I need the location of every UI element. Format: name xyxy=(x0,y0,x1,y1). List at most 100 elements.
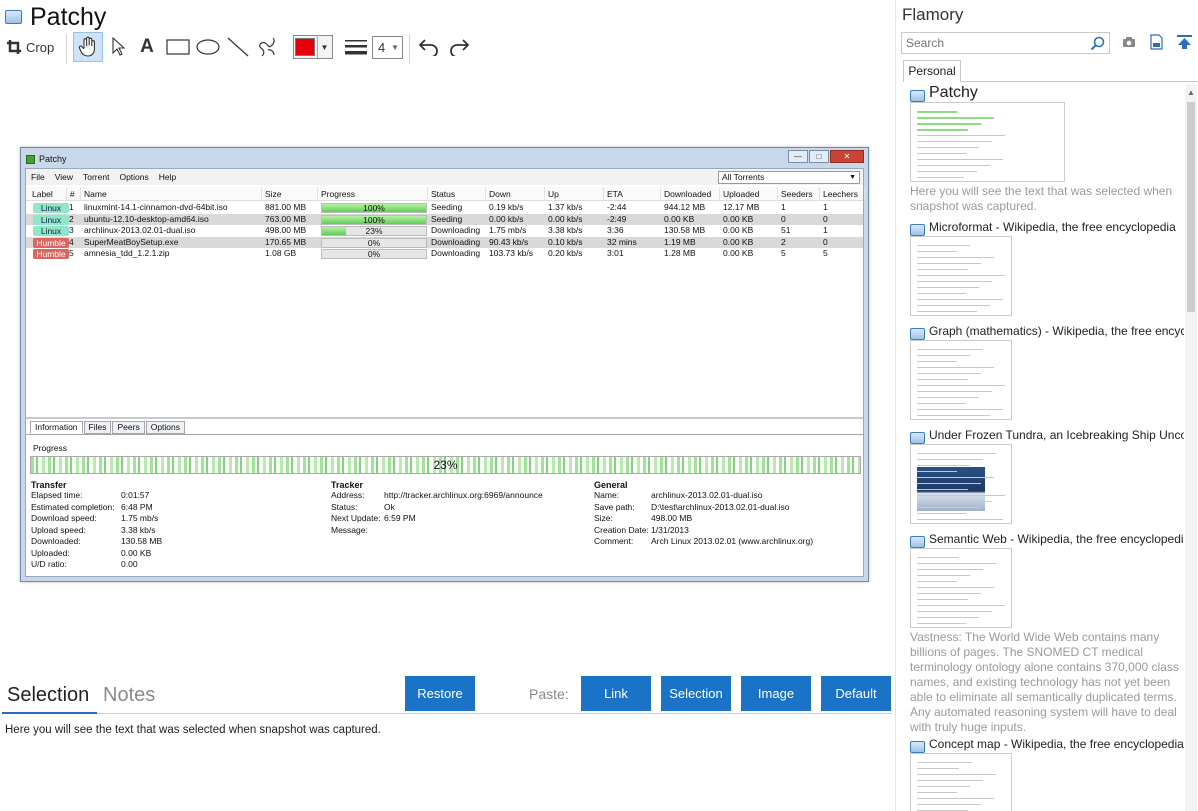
progress-text: 100% xyxy=(363,203,385,213)
column-header: Leechers xyxy=(820,187,865,201)
cell-up: 0.20 kb/s xyxy=(548,248,583,258)
redo-icon xyxy=(450,39,470,56)
scroll-to-top-icon[interactable] xyxy=(1177,35,1192,54)
freehand-tool-button[interactable] xyxy=(256,32,280,62)
window-controls: — □ ✕ xyxy=(787,150,864,163)
paste-selection-button[interactable]: Selection xyxy=(661,676,731,711)
thumbnail-line xyxy=(917,147,979,148)
search-input[interactable] xyxy=(902,33,1082,53)
cell-down: 0.19 kb/s xyxy=(489,202,524,212)
thumbnail-line xyxy=(917,569,983,570)
thumbnail-line xyxy=(917,275,1005,276)
scrollbar-thumb[interactable] xyxy=(1187,102,1195,312)
color-picker[interactable]: ▼ xyxy=(293,35,333,59)
info-value: http://tracker.archlinux.org:6969/announ… xyxy=(384,490,543,500)
info-value: 6:48 PM xyxy=(121,501,153,512)
close-icon: ✕ xyxy=(830,150,864,163)
column-header: ETA xyxy=(604,187,661,201)
info-key: Upload speed: xyxy=(31,524,86,535)
thumbnail-line xyxy=(917,305,990,306)
info-key: Name: xyxy=(594,490,620,500)
tab-selection[interactable]: Selection xyxy=(7,684,89,707)
info-value: 6:59 PM xyxy=(384,513,416,523)
hand-tool-button[interactable] xyxy=(73,32,103,62)
thumbnail-line xyxy=(917,798,994,799)
crop-label: Crop xyxy=(26,39,55,55)
detail-tabs: Information Files Peers Options xyxy=(30,421,186,434)
info-value: 1/31/2013 xyxy=(651,524,689,535)
active-tab-indicator xyxy=(2,712,97,714)
thumbnail-line xyxy=(917,501,992,502)
restore-button[interactable]: Restore xyxy=(405,676,475,711)
patchy-menu-item: File xyxy=(31,172,45,182)
snapshot-thumbnail xyxy=(910,753,1012,811)
paste-image-button[interactable]: Image xyxy=(741,676,811,711)
cell-down: 1.75 mb/s xyxy=(489,225,527,235)
document-icon[interactable] xyxy=(1150,34,1163,55)
freehand-icon xyxy=(259,37,275,57)
ellipse-tool-button[interactable] xyxy=(195,32,221,62)
tab-personal[interactable]: Personal xyxy=(903,60,961,82)
toolbar-separator xyxy=(66,34,67,64)
scrollbar[interactable]: ▲ xyxy=(1185,84,1197,811)
scroll-up-icon[interactable]: ▲ xyxy=(1187,88,1195,97)
thumbnail-line xyxy=(917,361,957,362)
cell-size: 498.00 MB xyxy=(265,225,307,235)
thumbnail-line xyxy=(917,611,992,612)
crop-button[interactable]: Crop xyxy=(6,32,58,62)
patchy-menu-item: Options xyxy=(119,172,149,182)
pointer-icon xyxy=(112,37,126,56)
snapshot-description: Vastness: The World Wide Web contains ma… xyxy=(910,630,1179,734)
undo-button[interactable] xyxy=(416,32,442,62)
cell-downloaded: 0.00 KB xyxy=(664,213,695,224)
cell-num: 5 xyxy=(69,248,74,258)
cell-name: linuxmint-14.1-cinnamon-dvd-64bit.iso xyxy=(84,202,228,212)
info-key: Status: xyxy=(331,501,358,512)
pointer-tool-button[interactable] xyxy=(108,32,130,62)
lines-icon xyxy=(345,40,367,55)
cell-status: Seeding xyxy=(431,202,463,212)
paste-label: Paste: xyxy=(529,686,569,702)
progress-text: 100% xyxy=(363,214,385,225)
snapshot-thumbnail xyxy=(910,236,1012,316)
toolbar: Crop A ▼ 4 ▼ xyxy=(0,32,500,64)
snapshot-icon xyxy=(5,10,22,24)
progress-text: 0% xyxy=(367,249,381,259)
transfer-title: Transfer xyxy=(31,480,67,490)
patchy-titlebar: Patchy xyxy=(26,152,67,166)
rectangle-tool-button[interactable] xyxy=(164,32,192,62)
progress-bar: 0% xyxy=(321,249,427,259)
paste-default-button[interactable]: Default xyxy=(821,676,891,711)
thumbnail-line xyxy=(917,792,957,793)
thumbnail-line xyxy=(917,117,994,119)
thumbnail-line xyxy=(917,605,1005,606)
thumbnail-line xyxy=(917,177,964,178)
line-width-icon xyxy=(343,32,369,62)
info-key: Creation Date: xyxy=(594,524,649,535)
tab-notes[interactable]: Notes xyxy=(103,684,155,707)
thumbnail-line xyxy=(917,762,972,763)
column-header: # xyxy=(67,187,81,201)
paste-link-button[interactable]: Link xyxy=(581,676,651,711)
info-panel: Progress 23% Transfer Tracker General El… xyxy=(26,434,863,578)
info-key: Size: xyxy=(594,513,613,523)
snapshot-title: Semantic Web - Wikipedia, the free encyc… xyxy=(929,532,1184,546)
line-width-select[interactable]: 4 ▼ xyxy=(372,36,403,59)
cell-status: Seeding xyxy=(431,213,463,224)
line-tool-button[interactable] xyxy=(225,32,251,62)
camera-icon[interactable] xyxy=(1122,35,1136,53)
patchy-client: File View Torrent Options Help All Torrents … xyxy=(25,168,865,578)
selection-text: Here you will see the text that was sele… xyxy=(5,724,381,736)
search-icon[interactable] xyxy=(1090,36,1105,56)
thumbnail-line xyxy=(917,409,1003,410)
cell-up: 1.37 kb/s xyxy=(548,202,583,212)
info-key: Save path: xyxy=(594,501,635,512)
text-tool-button[interactable]: A xyxy=(136,32,158,62)
torrent-filter: All Torrents ▼ xyxy=(718,171,860,184)
info-value: 1.75 mb/s xyxy=(121,513,159,523)
redo-button[interactable] xyxy=(446,32,472,62)
snapshot-thumbnail xyxy=(910,444,1012,524)
chevron-down-icon: ▼ xyxy=(317,36,331,58)
tracker-title: Tracker xyxy=(331,480,364,490)
cell-down: 103.73 kb/s xyxy=(489,248,533,258)
